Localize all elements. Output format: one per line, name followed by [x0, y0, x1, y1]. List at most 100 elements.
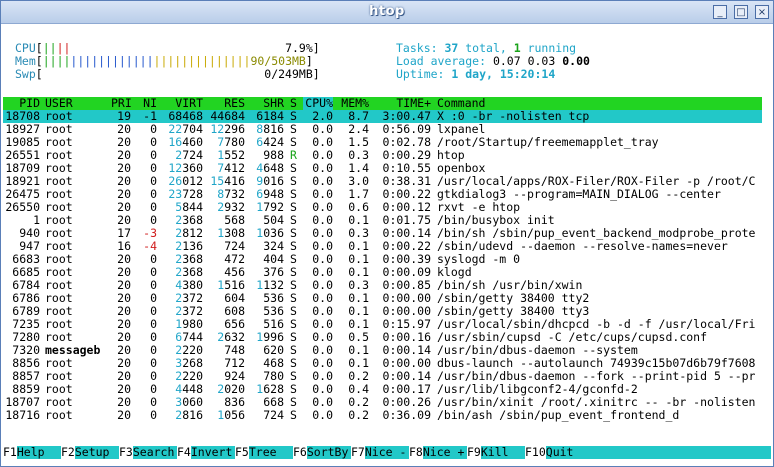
process-time: 0:00.14 [382, 369, 431, 383]
process-pid: 7320 [12, 343, 40, 357]
process-row[interactable]: 18927 root 20 0 22704 12296 8816 S 0.0 2.4 0:56.09… [3, 123, 762, 136]
tasks-running: 1 [513, 41, 521, 55]
minimize-button[interactable]: _ [713, 5, 727, 19]
mem-value: 90/503MB [250, 54, 306, 68]
process-pri: 20 [117, 408, 131, 422]
process-row[interactable]: 18921 root 20 0 26012 15416 9016 S 0.0 3.0 0:38.31… [3, 175, 762, 188]
column-header-shr[interactable]: SHR [251, 97, 284, 110]
process-user: root [45, 135, 73, 149]
fkey-f7[interactable]: F7Nice - [351, 445, 406, 459]
process-time: 0:00.85 [382, 278, 431, 292]
process-row[interactable]: 8856 root 20 0 3268 712 468 S 0.0 0.1 0:00.00 dbus-… [3, 357, 762, 370]
fkey-f5[interactable]: F5Tree [235, 445, 290, 459]
process-cpu: 2.0 [312, 109, 333, 123]
column-header-virt[interactable]: VIRT [163, 97, 203, 110]
process-row[interactable]: 940 root 17 -3 2812 1308 1036 S 0.0 0.3 0:00.14/bi… [3, 227, 762, 240]
process-row[interactable]: 7235 root 20 0 1980 656 516 S 0.0 0.1 0:15.97/usr/… [3, 318, 762, 331]
process-row[interactable]: 6784 root 20 0 4380 1516 1132 S 0.0 0.3 0:00.85/bi… [3, 279, 762, 292]
process-shr: 6184 [256, 109, 284, 123]
process-shr: 536 [263, 304, 284, 318]
process-cpu: 0.0 [312, 174, 333, 188]
process-shr: 4648 [256, 161, 284, 175]
process-row[interactable]: 6789 root 20 0 2372 608 536 S 0.0 0.1 0:00.00/sbin… [3, 305, 762, 318]
process-virt: 23728 [168, 187, 203, 201]
process-shr: 6948 [256, 187, 284, 201]
column-header-ni[interactable]: NI [135, 97, 157, 110]
process-row[interactable]: 18716 root 20 0 2816 1056 724 S 0.0 0.2 0:36.09/bi… [3, 409, 762, 422]
column-header-user[interactable]: USER [45, 97, 105, 110]
process-shr: 516 [263, 317, 284, 331]
tasks-tail: running [520, 41, 577, 55]
process-time: 0:10.55 [382, 161, 431, 175]
process-row[interactable]: 18709 root 20 0 12360 7412 4648 S 0.0 1.4 0:10.55 o… [3, 162, 762, 175]
process-mem: 0.1 [348, 213, 369, 227]
process-row[interactable]: 6685 root 20 0 2368 456 376 S 0.0 0.1 0:00.09 klogd [3, 266, 762, 279]
process-pid: 18709 [5, 161, 40, 175]
process-ni: -4 [143, 239, 157, 253]
process-row[interactable]: 7280 root 20 0 6744 2632 1996 S 0.0 0.5 0:00.16/us… [3, 331, 762, 344]
uptime-label: Uptime: [396, 67, 452, 81]
process-row[interactable]: 26475 root 20 0 23728 8732 6948 S 0.0 1.7 0:00.22 g… [3, 188, 762, 201]
column-header-pid[interactable]: PID [3, 97, 40, 110]
process-s: S [290, 174, 297, 188]
fkey-f2[interactable]: F2Setup [61, 445, 116, 459]
process-time: 0:01.75 [382, 213, 431, 227]
fkey-f6[interactable]: F6SortBy [293, 445, 348, 459]
process-pid: 18707 [5, 395, 40, 409]
load-5: 0.03 [527, 54, 556, 68]
maximize-button[interactable]: □ [734, 5, 748, 19]
process-virt: 16460 [168, 135, 203, 149]
column-header-pri[interactable]: PRI [111, 97, 132, 110]
process-user: root [45, 382, 73, 396]
process-mem: 0.1 [348, 317, 369, 331]
process-row[interactable]: 18707 root 20 0 3060 836 668 S 0.0 0.2 0:00.26/usr… [3, 396, 762, 409]
process-shr: 988 [263, 148, 284, 162]
process-row[interactable]: 7320 messageb 20 0 2220 748 620 S 0.0 0.1 0:00.14 /… [3, 344, 762, 357]
process-row-selected[interactable]: 18708 root 19 -1 68468 44684 6184 S 2.0 8.7 3:00.4… [3, 110, 762, 123]
process-mem: 0.3 [348, 226, 369, 240]
fkey-f1[interactable]: F1Help [3, 445, 58, 459]
process-res: 1552 [217, 148, 245, 162]
process-virt: 4448 [175, 382, 203, 396]
column-header-state[interactable]: S [290, 97, 300, 110]
column-header-res[interactable]: RES [207, 97, 245, 110]
process-user: root [45, 226, 73, 240]
fkey-f4[interactable]: F4Invert [177, 445, 232, 459]
column-header-time[interactable]: TIME+ [375, 97, 431, 110]
process-s: S [290, 317, 297, 331]
process-row[interactable]: 1 root 20 0 2368 568 504 S 0.0 0.1 0:01.75/bin/bus… [3, 214, 762, 227]
process-shr: 6424 [256, 135, 284, 149]
process-ni: 0 [150, 291, 157, 305]
process-ni: 0 [150, 304, 157, 318]
process-shr: 376 [263, 265, 284, 279]
terminal-area[interactable]: CPU[|||| 7.9%] Mem[|||||||||||||||||||||… [3, 24, 771, 466]
title-bar[interactable]: htop _ □ × [1, 1, 773, 24]
process-mem: 0.3 [348, 278, 369, 292]
column-header-command[interactable]: Command [437, 97, 767, 110]
process-row[interactable]: 19085 root 20 0 16460 7780 6424 S 0.0 1.5 0:02.78 /… [3, 136, 762, 149]
process-pri: 20 [117, 291, 131, 305]
process-time: 0:00.14 [382, 343, 431, 357]
process-row[interactable]: 26551 root 20 0 2724 1552 988 R 0.0 0.3 0:00.29 hto… [3, 149, 762, 162]
fkey-f10[interactable]: F10Quit [525, 445, 573, 459]
uptime: Uptime: 1 day, 15:20:14 [396, 68, 555, 81]
process-row[interactable]: 947 root 16 -4 2136 724 324 S 0.0 0.1 0:00.22/sbin… [3, 240, 762, 253]
fkey-f3[interactable]: F3Search [119, 445, 174, 459]
process-res: 44684 [210, 109, 245, 123]
process-cpu: 0.0 [312, 200, 333, 214]
fkey-f8[interactable]: F8Nice + [409, 445, 464, 459]
column-header-mem-percent[interactable]: MEM% [339, 97, 369, 110]
column-header-cpu-percent[interactable]: CPU% [303, 97, 333, 110]
fkey-f9[interactable]: F9Kill [467, 445, 522, 459]
process-row[interactable]: 6786 root 20 0 2372 604 536 S 0.0 0.1 0:00.00/sbin… [3, 292, 762, 305]
process-cmd: /usr/lib/libgconf2-4/gconfd-2 [437, 382, 638, 396]
cpu-label: CPU [15, 41, 36, 55]
process-row[interactable]: 26550 root 20 0 5844 2932 1792 S 0.0 0.6 0:00.12 rx… [3, 201, 762, 214]
close-button[interactable]: × [755, 5, 769, 19]
process-row[interactable]: 8859 root 20 0 4448 2020 1628 S 0.0 0.4 0:00.17/us… [3, 383, 762, 396]
htop-window: htop _ □ × CPU[|||| 7.9%] Mem[||||||||||… [0, 0, 774, 467]
process-time: 0:00.22 [382, 239, 431, 253]
process-user: root [45, 109, 73, 123]
process-row[interactable]: 6683 root 20 0 2368 472 404 S 0.0 0.1 0:00.39 syslo… [3, 253, 762, 266]
process-row[interactable]: 8857 root 20 0 2220 924 780 S 0.0 0.2 0:00.14/usr/… [3, 370, 762, 383]
